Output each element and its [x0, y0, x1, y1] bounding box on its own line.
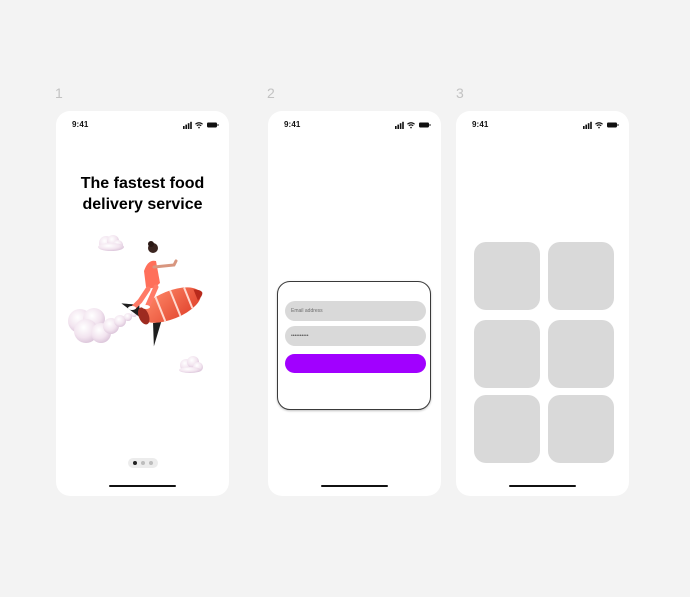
page-dot-3[interactable] [149, 461, 153, 465]
rocket [121, 287, 203, 347]
rocket-rider-illustration [68, 235, 203, 373]
headline-line-1: The fastest food [80, 175, 205, 192]
wifi-icon [595, 122, 603, 129]
grid-tile[interactable] [548, 320, 614, 388]
home-indicator[interactable] [109, 485, 176, 487]
page-dot-1[interactable] [133, 461, 137, 465]
home-indicator[interactable] [321, 485, 388, 487]
grid-tile[interactable] [474, 395, 540, 463]
frame-number-1: 1 [55, 85, 63, 101]
email-field[interactable] [285, 301, 426, 321]
submit-button[interactable] [285, 354, 426, 373]
login-card [277, 281, 431, 410]
page-dot-2[interactable] [141, 461, 145, 465]
wifi-icon [195, 122, 203, 129]
status-icons [183, 121, 219, 129]
pagination-dots[interactable] [128, 458, 158, 468]
frame-number-3: 3 [456, 85, 464, 101]
battery-icon [207, 122, 219, 128]
login-screen: 9:41 [268, 111, 441, 496]
cellular-signal-icon [183, 121, 192, 129]
grid-screen: 9:41 [456, 111, 629, 496]
password-field[interactable] [285, 326, 426, 346]
status-bar: 9:41 [56, 120, 229, 130]
onboarding-headline: The fastest food delivery service [66, 173, 219, 215]
status-time: 9:41 [72, 120, 89, 129]
grid-tile[interactable] [474, 320, 540, 388]
home-indicator[interactable] [509, 485, 576, 487]
onboarding-screen: 9:41 The fastest food delivery service [56, 111, 229, 496]
cellular-signal-icon [395, 121, 404, 129]
cloud-small-top [98, 235, 124, 251]
status-icons [395, 121, 431, 129]
headline-line-2: delivery service [82, 196, 203, 213]
cloud-small-bottom [179, 356, 203, 373]
status-time: 9:41 [472, 120, 489, 129]
grid-tile[interactable] [474, 242, 540, 310]
status-bar: 9:41 [268, 120, 441, 130]
smoke-cloud [68, 308, 137, 343]
grid-tile[interactable] [548, 395, 614, 463]
wifi-icon [407, 122, 415, 129]
battery-icon [607, 122, 619, 128]
status-bar: 9:41 [456, 120, 629, 130]
status-time: 9:41 [284, 120, 301, 129]
frame-number-2: 2 [267, 85, 275, 101]
cellular-signal-icon [583, 121, 592, 129]
grid-tile[interactable] [548, 242, 614, 310]
status-icons [583, 121, 619, 129]
battery-icon [419, 122, 431, 128]
